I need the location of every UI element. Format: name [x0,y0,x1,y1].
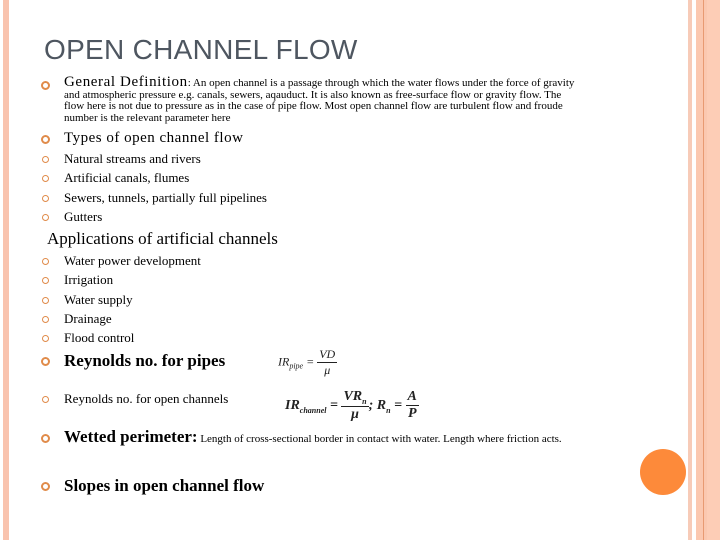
bullet-icon [42,214,49,221]
formula-lhs: IR [278,354,290,369]
bullet-icon [42,277,49,284]
equals-sign: = [306,354,315,369]
definition-text: : An open channel is a passage through w… [187,77,575,89]
formula-lhs: IR [285,398,300,414]
formula-sub: channel [299,405,327,415]
list-item: Flood control [42,330,135,346]
list-item-text: Flood control [64,330,135,345]
list-item-text: Natural streams and rivers [64,151,201,166]
wetted-text: Length of cross-sectional border in cont… [197,433,562,445]
bullet-icon [42,316,49,323]
slide-title: OPEN CHANNEL FLOW [44,34,358,65]
definition-text: and atmospheric pressure e.g. canals, se… [64,88,562,101]
equals-sign: = [394,398,403,414]
list-item: Sewers, tunnels, partially full pipeline… [42,190,267,206]
reynolds-pipes-item: Reynolds no. for pipes [41,351,226,371]
numerator-text: VR [343,389,363,404]
list-item: Drainage [42,311,112,327]
types-heading-text: Types of open channel flow [64,130,244,146]
numerator: A [405,389,419,407]
fraction: AP [405,389,419,422]
bullet-icon [42,297,49,304]
list-item: Gutters [42,209,103,225]
list-item-text: Water power development [64,253,201,268]
list-item: Water supply [42,292,133,308]
bullet-icon [42,396,49,403]
list-item-text: Drainage [64,311,112,326]
denominator: P [407,406,417,422]
reynolds-pipes-text: Reynolds no. for pipes [64,351,226,370]
applications-heading: Applications of artificial channels [47,229,278,248]
right-decor-line [703,0,704,540]
denominator: μ [324,363,331,377]
definition-paragraph: General Definition: An open channel is a… [41,75,624,124]
separator: ; [368,398,377,414]
denominator: μ [351,406,359,422]
bullet-icon [41,135,50,144]
list-item: Water power development [42,253,201,269]
bullet-icon [42,175,49,182]
bullet-icon [41,434,50,443]
fraction: VRn μ [341,389,369,423]
formula-channel: IRchannel = VRn μ; Rn = AP [285,389,419,423]
list-item-text: Artificial canals, flumes [64,170,190,185]
right-decor-band [688,0,692,540]
bullet-icon [42,335,49,342]
numerator-sub: n [362,396,367,406]
equals-sign: = [329,398,338,414]
right-decor-band [707,0,720,540]
list-item-text: Water supply [64,292,133,307]
types-heading: Types of open channel flow [41,130,244,147]
numerator: VRn [341,389,369,407]
bullet-icon [42,195,49,202]
definition-text: flow here is not due to pressure as in t… [64,100,563,112]
formula-r: R [376,398,387,414]
formula-pipe: IRpipe = VD μ [278,347,338,378]
slopes-item: Slopes in open channel flow [41,476,265,496]
list-item: Artificial canals, flumes [42,170,190,186]
list-item-text: Gutters [64,209,103,224]
formula-r-sub: n [386,405,391,415]
list-item: Irrigation [42,272,114,288]
list-item: Natural streams and rivers [42,151,201,167]
numerator: VD [317,347,338,363]
list-item-text: Irrigation [64,272,114,287]
list-item-text: Sewers, tunnels, partially full pipeline… [64,190,267,205]
fraction: VD μ [317,347,338,378]
bullet-icon [42,258,49,265]
accent-circle [640,449,686,495]
reynolds-channels-item: Reynolds no. for open channels [42,391,229,407]
bullet-icon [41,357,50,366]
formula-sub: pipe [289,361,304,371]
definition-text: number is the relevant parameter here [64,111,231,124]
wetted-perimeter-item: Wetted perimeter: Length of cross-sectio… [41,427,562,447]
reynolds-channels-text: Reynolds no. for open channels [64,391,229,406]
slopes-text: Slopes in open channel flow [64,476,265,495]
left-decor-band [3,0,9,540]
bullet-icon [41,482,50,491]
bullet-icon [41,81,50,90]
bullet-icon [42,156,49,163]
wetted-lead: Wetted perimeter: [64,427,198,446]
